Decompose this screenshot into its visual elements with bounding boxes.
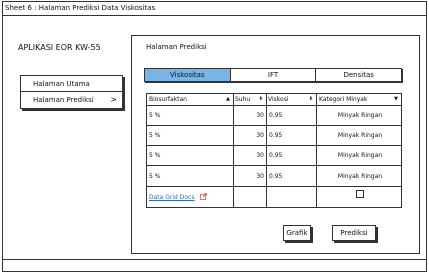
column-header-label: Kategori Minyak <box>319 96 368 103</box>
cell-suhu: 30 <box>256 112 264 119</box>
column-header-viskosi[interactable]: Viskosi ⬍ <box>268 94 316 105</box>
cell-kategori: Minyak Ringan <box>337 152 383 159</box>
column-header-label: Suhu <box>235 96 251 103</box>
sidebar-item-label: Halaman Utama <box>33 80 90 88</box>
column-header-label: Viskosi <box>268 96 289 103</box>
grid-docs-cell: Data Grid Docs <box>149 187 233 207</box>
external-link-icon[interactable] <box>200 187 208 207</box>
column-header-label: Biosurfaktan <box>149 96 187 103</box>
sidebar-item-halaman-utama[interactable]: Halaman Utama <box>21 76 122 92</box>
tab-ift[interactable]: IFT <box>231 69 317 81</box>
cell-viskosi: 0.95 <box>269 112 283 119</box>
cell-viskosi: 0.95 <box>269 132 283 139</box>
cell-biosurfaktan: 5 % <box>149 152 161 159</box>
tab-densitas[interactable]: Densitas <box>316 69 401 81</box>
cell-suhu: 30 <box>256 132 264 139</box>
sort-both-icon[interactable]: ⬍ <box>259 94 263 105</box>
table-row[interactable]: 5 % 30 0.95 Minyak Ringan <box>147 146 401 166</box>
table-row[interactable]: 5 % 30 0.95 Minyak Ringan <box>147 166 401 187</box>
cell-biosurfaktan: 5 % <box>149 132 161 139</box>
cell-suhu: 30 <box>256 152 264 159</box>
cell-kategori: Minyak Ringan <box>337 112 383 119</box>
checkbox[interactable] <box>356 190 364 198</box>
tab-bar: Viskositas IFT Densitas <box>144 68 402 82</box>
cell-biosurfaktan: 5 % <box>149 173 161 180</box>
prediction-panel: Halaman Prediksi Viskositas IFT Densitas… <box>131 35 420 254</box>
cell-kategori: Minyak Ringan <box>337 173 383 180</box>
cell-viskosi: 0.95 <box>269 152 283 159</box>
grid-footer-row: Data Grid Docs <box>147 187 401 207</box>
table-row[interactable]: 5 % 30 0.95 Minyak Ringan <box>147 106 401 126</box>
column-header-biosurfaktan[interactable]: Biosurfaktan ▲ <box>149 94 233 105</box>
grid-column-divider <box>266 94 267 207</box>
cell-suhu: 30 <box>256 173 264 180</box>
sheet-frame: Sheet 6 : Halaman Prediksi Data Viskosit… <box>2 1 427 272</box>
tab-viskositas[interactable]: Viskositas <box>145 69 231 81</box>
grafik-button[interactable]: Grafik <box>283 225 311 241</box>
sidebar-nav: Halaman Utama Halaman Prediksi > <box>20 75 123 109</box>
page-title: Halaman Prediksi <box>146 43 207 51</box>
cell-viskosi: 0.95 <box>269 173 283 180</box>
column-header-suhu[interactable]: Suhu ⬍ <box>235 94 266 105</box>
sort-desc-icon[interactable]: ▼ <box>394 94 398 105</box>
sidebar-item-halaman-prediksi[interactable]: Halaman Prediksi > <box>21 92 122 108</box>
sort-both-icon[interactable]: ⬍ <box>309 94 313 105</box>
data-grid-docs-link[interactable]: Data Grid Docs <box>149 194 194 201</box>
grid-column-divider <box>316 94 317 207</box>
cell-biosurfaktan: 5 % <box>149 112 161 119</box>
title-divider <box>3 15 426 16</box>
grid-header-row: Biosurfaktan ▲ Suhu ⬍ Viskosi ⬍ Kategori… <box>147 94 401 106</box>
prediksi-button[interactable]: Prediksi <box>332 225 376 241</box>
chevron-right-icon: > <box>110 95 117 104</box>
footer-divider <box>3 259 426 260</box>
table-row[interactable]: 5 % 30 0.95 Minyak Ringan <box>147 126 401 146</box>
sidebar-item-label: Halaman Prediksi <box>33 96 94 104</box>
footer-checkbox-cell <box>319 187 401 207</box>
sort-asc-icon[interactable]: ▲ <box>226 94 230 105</box>
grid-column-divider <box>233 94 234 207</box>
app-name: APLIKASI EOR KW-55 <box>18 43 101 52</box>
data-grid: Biosurfaktan ▲ Suhu ⬍ Viskosi ⬍ Kategori… <box>146 93 402 208</box>
cell-kategori: Minyak Ringan <box>337 132 383 139</box>
column-header-kategori-minyak[interactable]: Kategori Minyak ▼ <box>319 94 401 105</box>
sheet-title: Sheet 6 : Halaman Prediksi Data Viskosit… <box>5 4 156 12</box>
